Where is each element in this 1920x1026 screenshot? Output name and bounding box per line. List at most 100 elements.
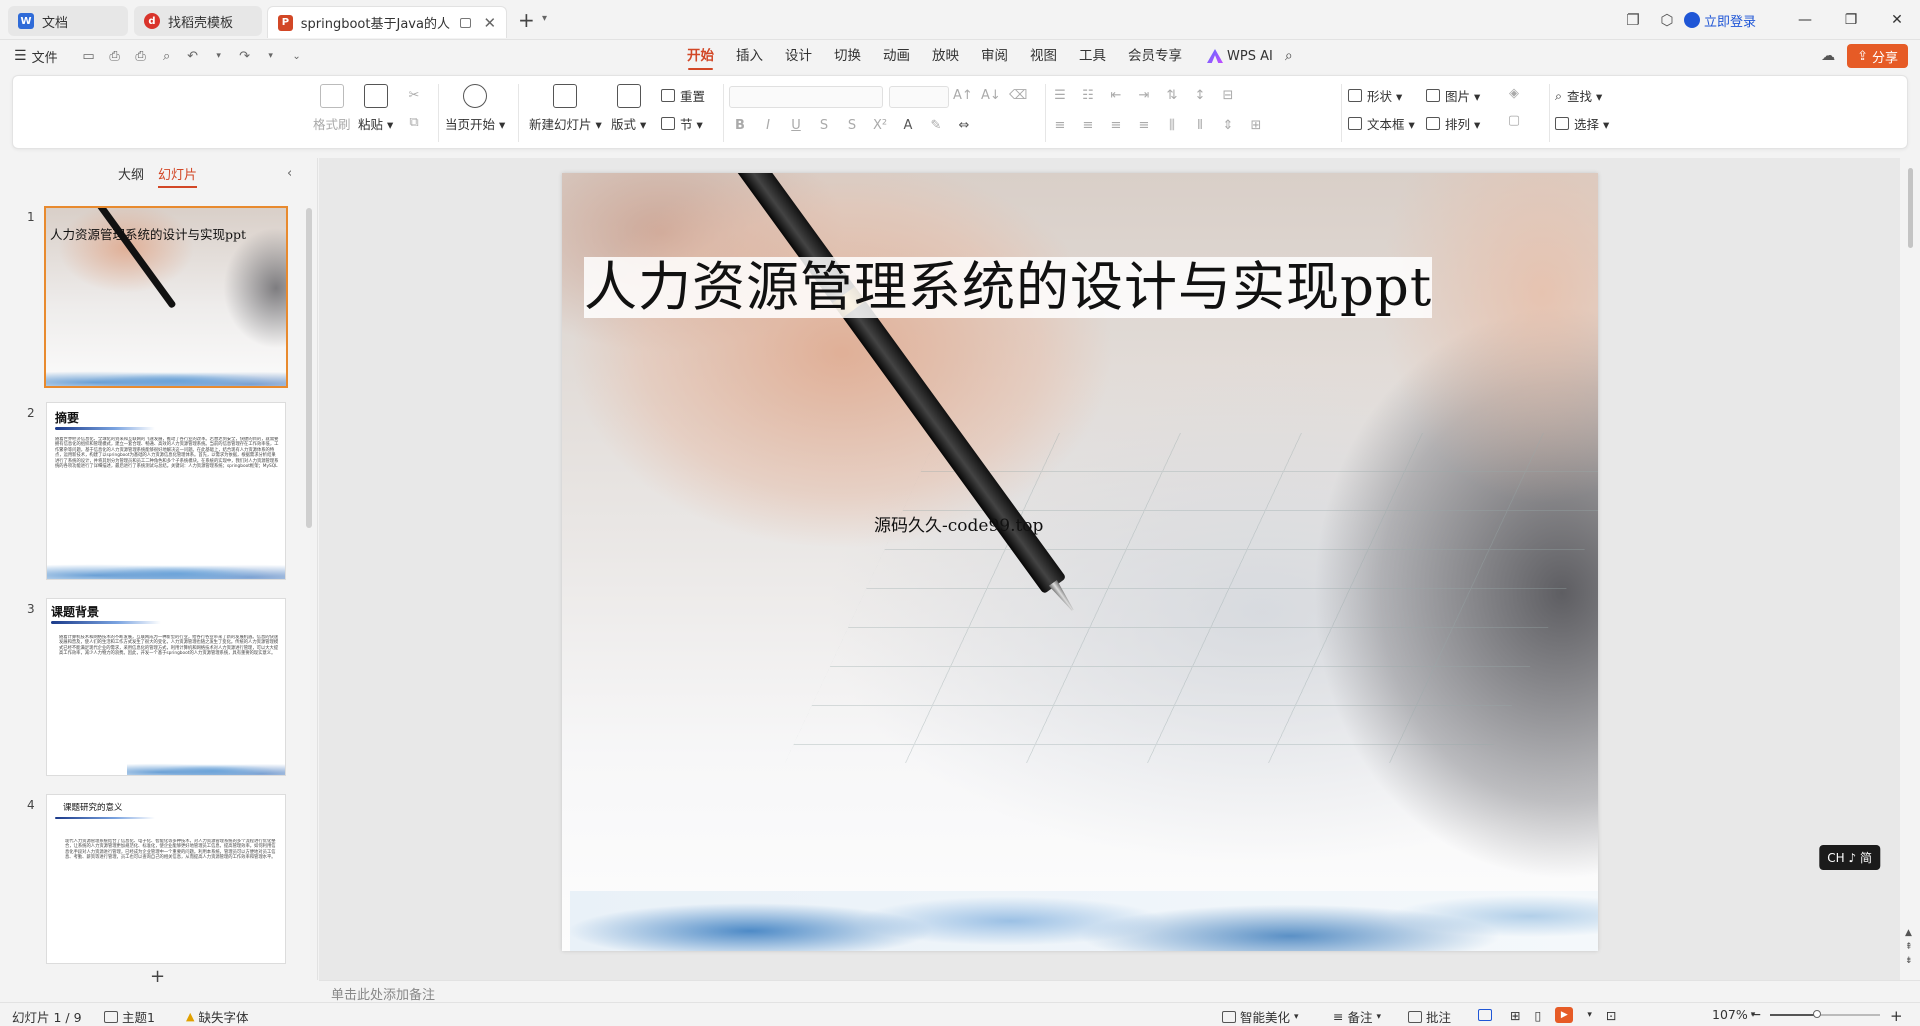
close-window-button[interactable]: ✕ bbox=[1874, 0, 1920, 40]
decrease-font-icon[interactable]: A↓ bbox=[981, 88, 1001, 103]
bold-icon[interactable]: B bbox=[731, 118, 749, 133]
align-text-icon[interactable]: ⊟ bbox=[1219, 88, 1237, 103]
indent-icon[interactable]: ⇥ bbox=[1135, 88, 1153, 103]
collapse-panel-icon[interactable]: ‹ bbox=[287, 166, 292, 181]
section-button[interactable]: 节 ▾ bbox=[661, 114, 703, 133]
font-color-icon[interactable]: A bbox=[899, 118, 917, 133]
file-menu-button[interactable]: ☰ 文件 bbox=[14, 47, 58, 66]
text-direction-icon[interactable]: ⇅ bbox=[1163, 88, 1181, 103]
smart-art-icon[interactable]: ⊞ bbox=[1247, 118, 1265, 133]
select-button[interactable]: 选择 ▾ bbox=[1555, 114, 1609, 133]
fill-icon[interactable]: ◈ bbox=[1505, 86, 1523, 101]
char-spacing-icon[interactable]: ⇔ bbox=[955, 118, 973, 133]
layout-button[interactable]: 版式 ▾ bbox=[611, 84, 646, 133]
superscript-icon[interactable]: X² bbox=[871, 118, 889, 133]
bullets-icon[interactable]: ☰ bbox=[1051, 88, 1069, 103]
prev-slide-icon[interactable]: ⇞ bbox=[1905, 942, 1913, 952]
restore-button[interactable]: ❐ bbox=[1828, 0, 1874, 40]
comments-button[interactable]: 批注 bbox=[1408, 1007, 1451, 1026]
notes-toggle-button[interactable]: ≡ 备注 ▾ bbox=[1333, 1007, 1381, 1026]
align-left-icon[interactable]: ≡ bbox=[1051, 118, 1069, 133]
canvas-scrollbar[interactable]: ▲ ⇞ ⇟ bbox=[1900, 158, 1920, 980]
tab-current-presentation[interactable]: P springboot基于Java的人力 ✕ bbox=[267, 6, 507, 38]
tab-review[interactable]: 审阅 bbox=[970, 40, 1019, 72]
tab-slides[interactable]: 幻灯片 bbox=[158, 164, 198, 188]
textbox-button[interactable]: 文本框 ▾ bbox=[1348, 114, 1415, 133]
tab-view[interactable]: 视图 bbox=[1019, 40, 1068, 72]
shape-button[interactable]: 形状 ▾ bbox=[1348, 86, 1402, 105]
add-slide-icon[interactable]: + bbox=[150, 966, 165, 987]
reading-view-icon[interactable]: ▯ bbox=[1534, 1008, 1541, 1023]
tab-animations[interactable]: 动画 bbox=[872, 40, 921, 72]
tab-member[interactable]: 会员专享 bbox=[1117, 40, 1193, 72]
zoom-out-icon[interactable]: − bbox=[1750, 1007, 1762, 1023]
slide-thumbnail-1[interactable]: 人力资源管理系统的设计与实现ppt bbox=[44, 206, 288, 388]
line-spacing-icon[interactable]: ↕ bbox=[1191, 88, 1209, 103]
format-painter-button[interactable]: 格式刷 bbox=[313, 84, 351, 133]
tab-outline[interactable]: 大纲 bbox=[118, 164, 144, 188]
share-button[interactable]: ⇪ 分享 bbox=[1847, 44, 1908, 68]
search-icon[interactable]: ⌕ bbox=[1285, 48, 1293, 64]
zoom-slider[interactable] bbox=[1770, 1010, 1880, 1018]
paste-button[interactable]: 粘贴 ▾ bbox=[358, 84, 393, 133]
window-mode-icon[interactable] bbox=[460, 17, 472, 28]
close-tab-icon[interactable]: ✕ bbox=[483, 14, 496, 32]
slide-title[interactable]: 人力资源管理系统的设计与实现ppt bbox=[584, 245, 1433, 321]
tab-tools[interactable]: 工具 bbox=[1068, 40, 1117, 72]
column-icon[interactable]: ⫴ bbox=[1191, 118, 1209, 133]
undo-dropdown-icon[interactable]: ▾ bbox=[210, 47, 228, 65]
slide-thumbnail-2[interactable]: 摘要 随着世界经济信息化、全球化的到来和互联网的飞速发展，推动了各行业的改革。若… bbox=[46, 402, 286, 580]
slideshow-play-icon[interactable]: ▶ bbox=[1555, 1007, 1574, 1023]
export-pdf-icon[interactable]: ⎙ bbox=[106, 47, 124, 65]
find-button[interactable]: ⌕ 查找 ▾ bbox=[1555, 86, 1602, 105]
normal-view-icon[interactable] bbox=[1478, 1009, 1492, 1021]
zoom-in-icon[interactable]: + bbox=[1890, 1007, 1903, 1025]
distribute-icon[interactable]: ⫼ bbox=[1163, 118, 1181, 133]
save-icon[interactable]: ▭ bbox=[80, 47, 98, 65]
align-right-icon[interactable]: ≡ bbox=[1107, 118, 1125, 133]
chevron-down-icon[interactable]: ▾ bbox=[542, 13, 547, 24]
theme-button[interactable]: 主题1 bbox=[104, 1007, 155, 1026]
undo-icon[interactable]: ↶ bbox=[184, 47, 202, 65]
ime-indicator[interactable]: CH ♪ 简 bbox=[1819, 845, 1880, 870]
tab-docer-templates[interactable]: d 找稻壳模板 bbox=[134, 6, 262, 36]
current-slide[interactable]: 人力资源管理系统的设计与实现ppt 源码久久-code99.top bbox=[562, 173, 1598, 951]
wps-ai-button[interactable]: WPS AI bbox=[1207, 49, 1273, 64]
clear-format-icon[interactable]: ⌫ bbox=[1009, 88, 1027, 103]
minimize-button[interactable]: — bbox=[1782, 0, 1828, 40]
paragraph-spacing-icon[interactable]: ⇕ bbox=[1219, 118, 1237, 133]
slide-thumbnail-3[interactable]: 课题背景 随着计算机技术和网络技术的不断发展，互联网成为一种新型的行业，给各行各… bbox=[46, 598, 286, 776]
tab-home[interactable]: 开始 bbox=[676, 40, 725, 72]
underline-icon[interactable]: U bbox=[787, 118, 805, 133]
cloud-upload-icon[interactable]: ☁ bbox=[1821, 48, 1835, 64]
scrollbar-thumb[interactable] bbox=[1908, 168, 1913, 248]
arrange-button[interactable]: 排列 ▾ bbox=[1426, 114, 1480, 133]
redo-icon[interactable]: ↷ bbox=[236, 47, 254, 65]
tab-insert[interactable]: 插入 bbox=[725, 40, 774, 72]
smart-beautify-button[interactable]: 智能美化 ▾ bbox=[1222, 1007, 1299, 1026]
font-size-select[interactable] bbox=[889, 86, 949, 108]
slide-thumbnail-4[interactable]: 课题研究的意义 现代人力资源管理系统结合了信息化、电子化、智能化等多种技术，对人… bbox=[46, 794, 286, 964]
cube-icon[interactable]: ⬡ bbox=[1650, 0, 1684, 40]
tab-slideshow[interactable]: 放映 bbox=[921, 40, 970, 72]
outdent-icon[interactable]: ⇤ bbox=[1107, 88, 1125, 103]
tab-design[interactable]: 设计 bbox=[774, 40, 823, 72]
play-from-current-button[interactable]: 当页开始 ▾ bbox=[445, 84, 505, 133]
redo-dropdown-icon[interactable]: ▾ bbox=[262, 47, 280, 65]
strikethrough-icon[interactable]: S bbox=[815, 118, 833, 133]
notes-pane[interactable]: 单击此处添加备注 bbox=[319, 980, 1920, 1003]
copy-icon[interactable]: ⧉ bbox=[405, 115, 423, 130]
shadow-icon[interactable]: S bbox=[843, 118, 861, 133]
increase-font-icon[interactable]: A↑ bbox=[953, 88, 973, 103]
print-preview-icon[interactable]: ⌕ bbox=[158, 47, 176, 65]
fit-window-icon[interactable]: ⊡ bbox=[1606, 1008, 1616, 1023]
chevron-down-icon[interactable]: ▾ bbox=[1587, 1010, 1592, 1020]
slide-subtitle[interactable]: 源码久久-code99.top bbox=[874, 511, 1043, 536]
missing-font-button[interactable]: ▲ 缺失字体 bbox=[186, 1007, 248, 1026]
align-center-icon[interactable]: ≡ bbox=[1079, 118, 1097, 133]
print-icon[interactable]: ⎙ bbox=[132, 47, 150, 65]
highlight-icon[interactable]: ✎ bbox=[927, 118, 945, 133]
panel-scrollbar[interactable] bbox=[306, 208, 312, 528]
slide-sorter-icon[interactable]: ⊞ bbox=[1510, 1008, 1520, 1023]
italic-icon[interactable]: I bbox=[759, 118, 777, 133]
